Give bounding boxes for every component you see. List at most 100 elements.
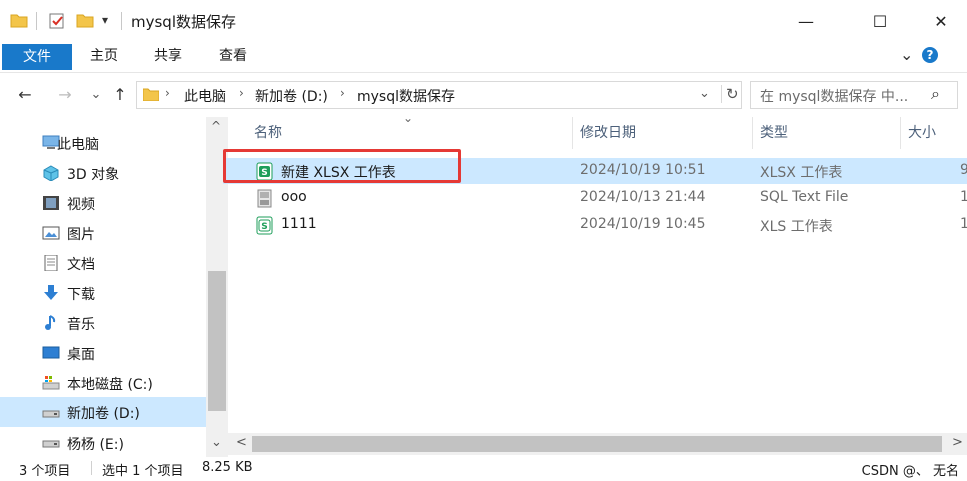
highlight-box: [223, 149, 461, 183]
scroll-left-icon[interactable]: <: [236, 435, 247, 450]
address-bar[interactable]: › 此电脑 › 新加卷 (D:) › mysql数据保存 ⌄ ↻: [136, 81, 742, 109]
sidebar-item-this-pc[interactable]: 此电脑: [0, 129, 206, 157]
minimize-icon: —: [798, 11, 814, 31]
window-title: mysql数据保存: [131, 13, 236, 31]
sidebar-item-local-disk-c[interactable]: 本地磁盘 (C:): [0, 369, 206, 397]
sidebar-item-label: 桌面: [67, 347, 95, 363]
search-input[interactable]: 在 mysql数据保存 中... ⌕: [750, 81, 958, 109]
sidebar-item-music[interactable]: 音乐: [0, 309, 206, 337]
sidebar-item-3d-objects[interactable]: 3D 对象: [0, 159, 206, 187]
refresh-icon[interactable]: ↻: [721, 85, 739, 103]
file-date: 2024/10/19 10:51: [580, 162, 706, 178]
tab-file[interactable]: 文件: [2, 44, 72, 70]
ribbon-tabs: 文件 主页 共享 查看 ⌄ ?: [0, 42, 967, 73]
sidebar-item-label: 下载: [67, 287, 95, 303]
file-name: 1111: [281, 216, 317, 232]
desktop-icon: [42, 346, 60, 359]
file-list: ⌄ 名称 修改日期 类型 大小 S 新建 XLSX 工作表 2024/10/19…: [223, 111, 967, 457]
file-type: XLS 工作表: [760, 219, 833, 235]
file-date: 2024/10/19 10:45: [580, 216, 706, 232]
sort-indicator-icon: ⌄: [403, 111, 414, 125]
navigation-bar: ← → ⌄ ↑ › 此电脑 › 新加卷 (D:) › mysql数据保存 ⌄ ↻…: [0, 73, 967, 117]
horizontal-scroll-thumb[interactable]: [252, 436, 942, 452]
up-button[interactable]: ↑: [107, 81, 133, 107]
address-dropdown-icon[interactable]: ⌄: [699, 86, 710, 101]
minimize-button[interactable]: —: [783, 0, 829, 42]
chevron-down-icon: ⌄: [90, 86, 102, 102]
qat-dropdown-icon[interactable]: ▾: [102, 13, 108, 27]
xls-file-icon: S: [256, 216, 273, 235]
sidebar-item-video[interactable]: 视频: [0, 189, 206, 217]
maximize-button[interactable]: ☐: [857, 0, 903, 42]
status-item-count: 3 个项目: [19, 464, 71, 479]
sidebar-item-label: 此电脑: [57, 137, 99, 153]
file-type: SQL Text File: [760, 189, 849, 205]
scroll-up-icon[interactable]: ^: [211, 119, 221, 133]
properties-icon[interactable]: [48, 12, 66, 30]
file-row[interactable]: ooo 2024/10/13 21:44 SQL Text File 1: [223, 185, 967, 211]
back-button[interactable]: ←: [12, 81, 38, 107]
sidebar-item-drive-d[interactable]: 新加卷 (D:): [0, 397, 206, 427]
navigation-pane: 此电脑 3D 对象 视频 图片 文档 下载 音乐 桌面 本地磁盘 (C:) 新加…: [0, 117, 228, 457]
file-row[interactable]: S 1111 2024/10/19 10:45 XLS 工作表 1: [223, 212, 967, 238]
file-size: 1: [960, 216, 967, 232]
documents-icon: [44, 255, 58, 271]
sidebar-item-label: 音乐: [67, 317, 95, 333]
help-icon[interactable]: ?: [922, 47, 938, 63]
sidebar-item-desktop[interactable]: 桌面: [0, 339, 206, 367]
breadcrumb-this-pc[interactable]: 此电脑: [184, 86, 226, 106]
pictures-icon: [42, 226, 60, 240]
title-bar: ▾ mysql数据保存 — ☐ ✕: [0, 0, 967, 42]
sidebar-item-label: 视频: [67, 197, 95, 213]
file-type: XLSX 工作表: [760, 165, 843, 181]
sidebar-item-documents[interactable]: 文档: [0, 249, 206, 277]
tab-view[interactable]: 查看: [201, 42, 265, 70]
video-icon: [43, 196, 59, 210]
close-icon: ✕: [934, 11, 948, 31]
scroll-right-icon[interactable]: >: [952, 435, 963, 450]
recent-locations-button[interactable]: ⌄: [83, 81, 109, 107]
ribbon-expand-icon[interactable]: ⌄: [900, 45, 913, 64]
sql-file-icon: [257, 189, 272, 208]
sidebar-item-label: 新加卷 (D:): [67, 406, 140, 422]
tab-share[interactable]: 共享: [136, 42, 200, 70]
up-icon: ↑: [113, 84, 127, 104]
column-header-name[interactable]: 名称: [254, 117, 282, 149]
local-disk-icon: [42, 376, 60, 390]
file-date: 2024/10/13 21:44: [580, 189, 706, 205]
breadcrumb-separator-icon[interactable]: ›: [165, 86, 170, 100]
scroll-down-icon[interactable]: ⌄: [211, 435, 222, 450]
breadcrumb-drive-d[interactable]: 新加卷 (D:): [255, 86, 328, 106]
sidebar-scroll-thumb[interactable]: [208, 271, 226, 411]
new-folder-icon[interactable]: [76, 12, 94, 28]
sidebar-item-downloads[interactable]: 下载: [0, 279, 206, 307]
status-bar: 3 个项目 选中 1 个项目 8.25 KB CSDN @、 无名: [0, 457, 967, 481]
close-button[interactable]: ✕: [918, 0, 964, 42]
file-name: ooo: [281, 189, 307, 205]
file-size: 1: [960, 189, 967, 205]
watermark: CSDN @、 无名: [861, 464, 959, 479]
sidebar-item-label: 本地磁盘 (C:): [67, 377, 153, 393]
sidebar-item-drive-e[interactable]: 杨杨 (E:): [0, 429, 206, 457]
status-selection: 选中 1 个项目: [102, 464, 184, 479]
search-icon[interactable]: ⌕: [931, 84, 940, 104]
folder-icon[interactable]: [10, 12, 28, 28]
column-header-type[interactable]: 类型: [760, 117, 788, 149]
column-header-size[interactable]: 大小: [908, 117, 936, 149]
forward-button[interactable]: →: [52, 81, 78, 107]
file-size: 9: [960, 162, 967, 178]
search-placeholder: 在 mysql数据保存 中...: [760, 89, 909, 105]
sidebar-item-label: 3D 对象: [67, 167, 120, 183]
column-header-date[interactable]: 修改日期: [580, 117, 636, 149]
drive-icon: [42, 410, 60, 418]
folder-icon: [143, 88, 159, 101]
breadcrumb-separator-icon[interactable]: ›: [239, 86, 244, 100]
sidebar-item-label: 图片: [67, 227, 95, 243]
drive-icon: [42, 440, 60, 448]
tab-home[interactable]: 主页: [72, 42, 136, 70]
sidebar-item-pictures[interactable]: 图片: [0, 219, 206, 247]
breadcrumb-separator-icon[interactable]: ›: [340, 86, 345, 100]
music-icon: [45, 315, 56, 330]
breadcrumb-current-folder[interactable]: mysql数据保存: [357, 86, 455, 106]
sidebar-item-label: 杨杨 (E:): [67, 437, 124, 453]
